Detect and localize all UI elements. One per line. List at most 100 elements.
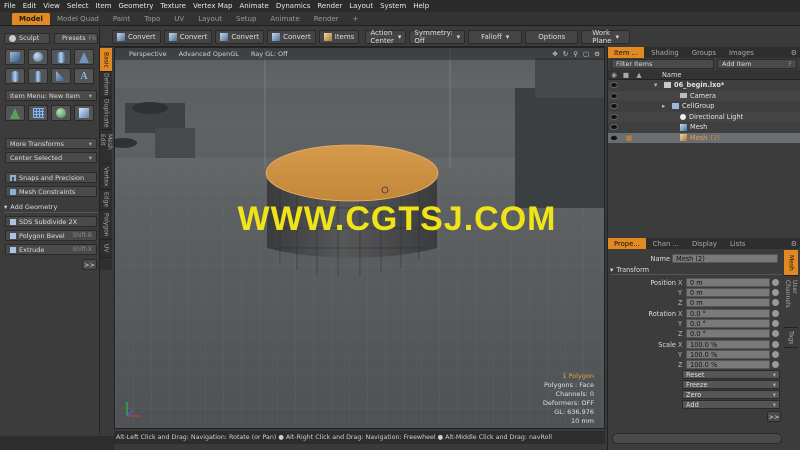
zoom-view-icon[interactable]: ⚲: [573, 50, 578, 58]
tab-shading[interactable]: Shading: [645, 47, 685, 58]
keyframe-dot-icon[interactable]: [772, 299, 779, 306]
tab-images[interactable]: Images: [723, 47, 760, 58]
sds-subdivide-button[interactable]: SDS Subdivide 2X: [5, 216, 97, 227]
keyframe-dot-icon[interactable]: [772, 341, 779, 348]
falloff-dropdown[interactable]: Falloff ▾: [468, 29, 523, 44]
tree-row-light[interactable]: Directional Light: [608, 111, 800, 122]
add-tab-button[interactable]: +: [346, 13, 366, 25]
expand-arrow-icon[interactable]: ▾: [654, 81, 664, 89]
keyframe-dot-icon[interactable]: [772, 279, 779, 286]
menu-system[interactable]: System: [380, 2, 406, 10]
keyframe-dot-icon[interactable]: [772, 289, 779, 296]
keyframe-dot-icon[interactable]: [772, 351, 779, 358]
keyframe-dot-icon[interactable]: [772, 361, 779, 368]
position-y-field[interactable]: 0 m: [686, 288, 770, 297]
view-projection-label[interactable]: Perspective: [129, 50, 167, 58]
options-button[interactable]: Options: [525, 29, 579, 44]
menu-geometry[interactable]: Geometry: [118, 2, 153, 10]
sculpt-button[interactable]: Sculpt: [4, 32, 50, 44]
freeze-dropdown[interactable]: Freeze: [682, 380, 780, 389]
menu-help[interactable]: Help: [413, 2, 429, 10]
panel-options-icon[interactable]: ⚙: [791, 240, 800, 248]
view-settings-icon[interactable]: ⚙: [594, 50, 600, 58]
lock-toggle-icon[interactable]: ▦: [626, 134, 636, 142]
add-dropdown[interactable]: Add: [682, 400, 780, 409]
items-mode-button[interactable]: Items: [318, 29, 360, 44]
wedge-primitive-button[interactable]: [51, 68, 71, 84]
presets-button[interactable]: Presets F6: [54, 32, 98, 44]
tab-setup[interactable]: Setup: [229, 13, 263, 25]
position-x-field[interactable]: 0 m: [686, 278, 770, 287]
visibility-eye-icon[interactable]: [610, 134, 618, 141]
command-input[interactable]: [612, 433, 782, 444]
item-menu-dropdown[interactable]: Item Menu: New Item: [5, 90, 97, 101]
menu-texture[interactable]: Texture: [160, 2, 186, 10]
tab-uv[interactable]: UV: [167, 13, 191, 25]
convert-button-1[interactable]: Convert: [112, 29, 161, 44]
zero-dropdown[interactable]: Zero: [682, 390, 780, 399]
rotate-view-icon[interactable]: ↻: [563, 50, 568, 58]
tab-layout[interactable]: Layout: [191, 13, 229, 25]
rotation-y-field[interactable]: 0.0 °: [686, 319, 770, 328]
menu-dynamics[interactable]: Dynamics: [276, 2, 311, 10]
keyframe-dot-icon[interactable]: [772, 310, 779, 317]
expand-arrow-icon[interactable]: ▸: [662, 102, 672, 110]
cylinder-primitive-button[interactable]: [51, 49, 71, 65]
rotation-x-field[interactable]: 0.0 °: [686, 309, 770, 318]
visibility-eye-icon[interactable]: [610, 113, 618, 120]
menu-item[interactable]: Item: [96, 2, 112, 10]
shading-mode-label[interactable]: Advanced OpenGL: [179, 50, 239, 58]
mesh-constraints-button[interactable]: Mesh Constraints: [5, 186, 97, 197]
sphere-primitive-button[interactable]: [28, 49, 48, 65]
more-transforms-dropdown[interactable]: More Transforms: [5, 138, 97, 149]
menu-render[interactable]: Render: [317, 2, 342, 10]
snaps-precision-button[interactable]: Snaps and Precision: [5, 172, 97, 183]
rotate-button[interactable]: [51, 105, 71, 121]
tree-row-mesh-2-selected[interactable]: ▦ Mesh (2): [608, 132, 800, 143]
rotation-z-field[interactable]: 0.0 °: [686, 329, 770, 338]
vtab-basic[interactable]: Basic: [100, 48, 112, 72]
add-geometry-section[interactable]: ▾ Add Geometry: [4, 202, 98, 213]
grid-button[interactable]: [28, 105, 48, 121]
3d-viewport[interactable]: Perspective Advanced OpenGL Ray GL: Off …: [114, 47, 605, 429]
extrude-button[interactable]: Extrude Shift-X: [5, 244, 97, 255]
convert-button-4[interactable]: Convert: [267, 29, 316, 44]
tab-model-quad[interactable]: Model Quad: [50, 13, 106, 25]
maximize-view-icon[interactable]: ▢: [583, 50, 589, 58]
vtab-duplicate[interactable]: Duplicate: [100, 98, 112, 130]
name-column-header[interactable]: Name: [662, 71, 681, 79]
side-tab-tags[interactable]: Tags: [784, 328, 798, 348]
toolbox-expand-button[interactable]: >>: [82, 259, 97, 270]
scale-y-field[interactable]: 100.0 %: [686, 350, 770, 359]
keyframe-dot-icon[interactable]: [772, 320, 779, 327]
tab-display[interactable]: Display: [686, 238, 723, 249]
tree-row-mesh[interactable]: Mesh: [608, 122, 800, 133]
tab-groups[interactable]: Groups: [686, 47, 722, 58]
tree-row-scene[interactable]: ▾ 06_begin.lxo*: [608, 80, 800, 91]
vtab-mesh-edit[interactable]: Mesh Edit: [99, 130, 113, 164]
tree-row-camera[interactable]: Camera: [608, 90, 800, 101]
cube-primitive-button[interactable]: [5, 49, 25, 65]
add-item-dropdown[interactable]: Add Item F: [717, 59, 797, 69]
cone-primitive-button[interactable]: [74, 49, 94, 65]
menu-edit[interactable]: Edit: [23, 2, 37, 10]
center-selected-dropdown[interactable]: Center Selected: [5, 152, 97, 163]
move-view-icon[interactable]: ✥: [552, 50, 557, 58]
vtab-polygon[interactable]: Polygon: [100, 210, 112, 240]
tab-channels[interactable]: Chan ...: [647, 238, 685, 249]
tab-paint[interactable]: Paint: [106, 13, 137, 25]
reset-dropdown[interactable]: Reset: [682, 370, 780, 379]
scale-button[interactable]: [74, 105, 94, 121]
menu-file[interactable]: File: [4, 2, 16, 10]
capsule-primitive-button[interactable]: [5, 68, 25, 84]
menu-view[interactable]: View: [43, 2, 60, 10]
menu-animate[interactable]: Animate: [239, 2, 268, 10]
vtab-deform[interactable]: Deform: [100, 72, 112, 98]
ray-gl-toggle[interactable]: Ray GL: Off: [251, 50, 288, 58]
panel-options-icon[interactable]: ⚙: [791, 49, 800, 57]
position-z-field[interactable]: 0 m: [686, 298, 770, 307]
visibility-eye-icon[interactable]: [610, 103, 618, 110]
scale-x-field[interactable]: 100.0 %: [686, 340, 770, 349]
tab-animate[interactable]: Animate: [263, 13, 306, 25]
tube-primitive-button[interactable]: [28, 68, 48, 84]
